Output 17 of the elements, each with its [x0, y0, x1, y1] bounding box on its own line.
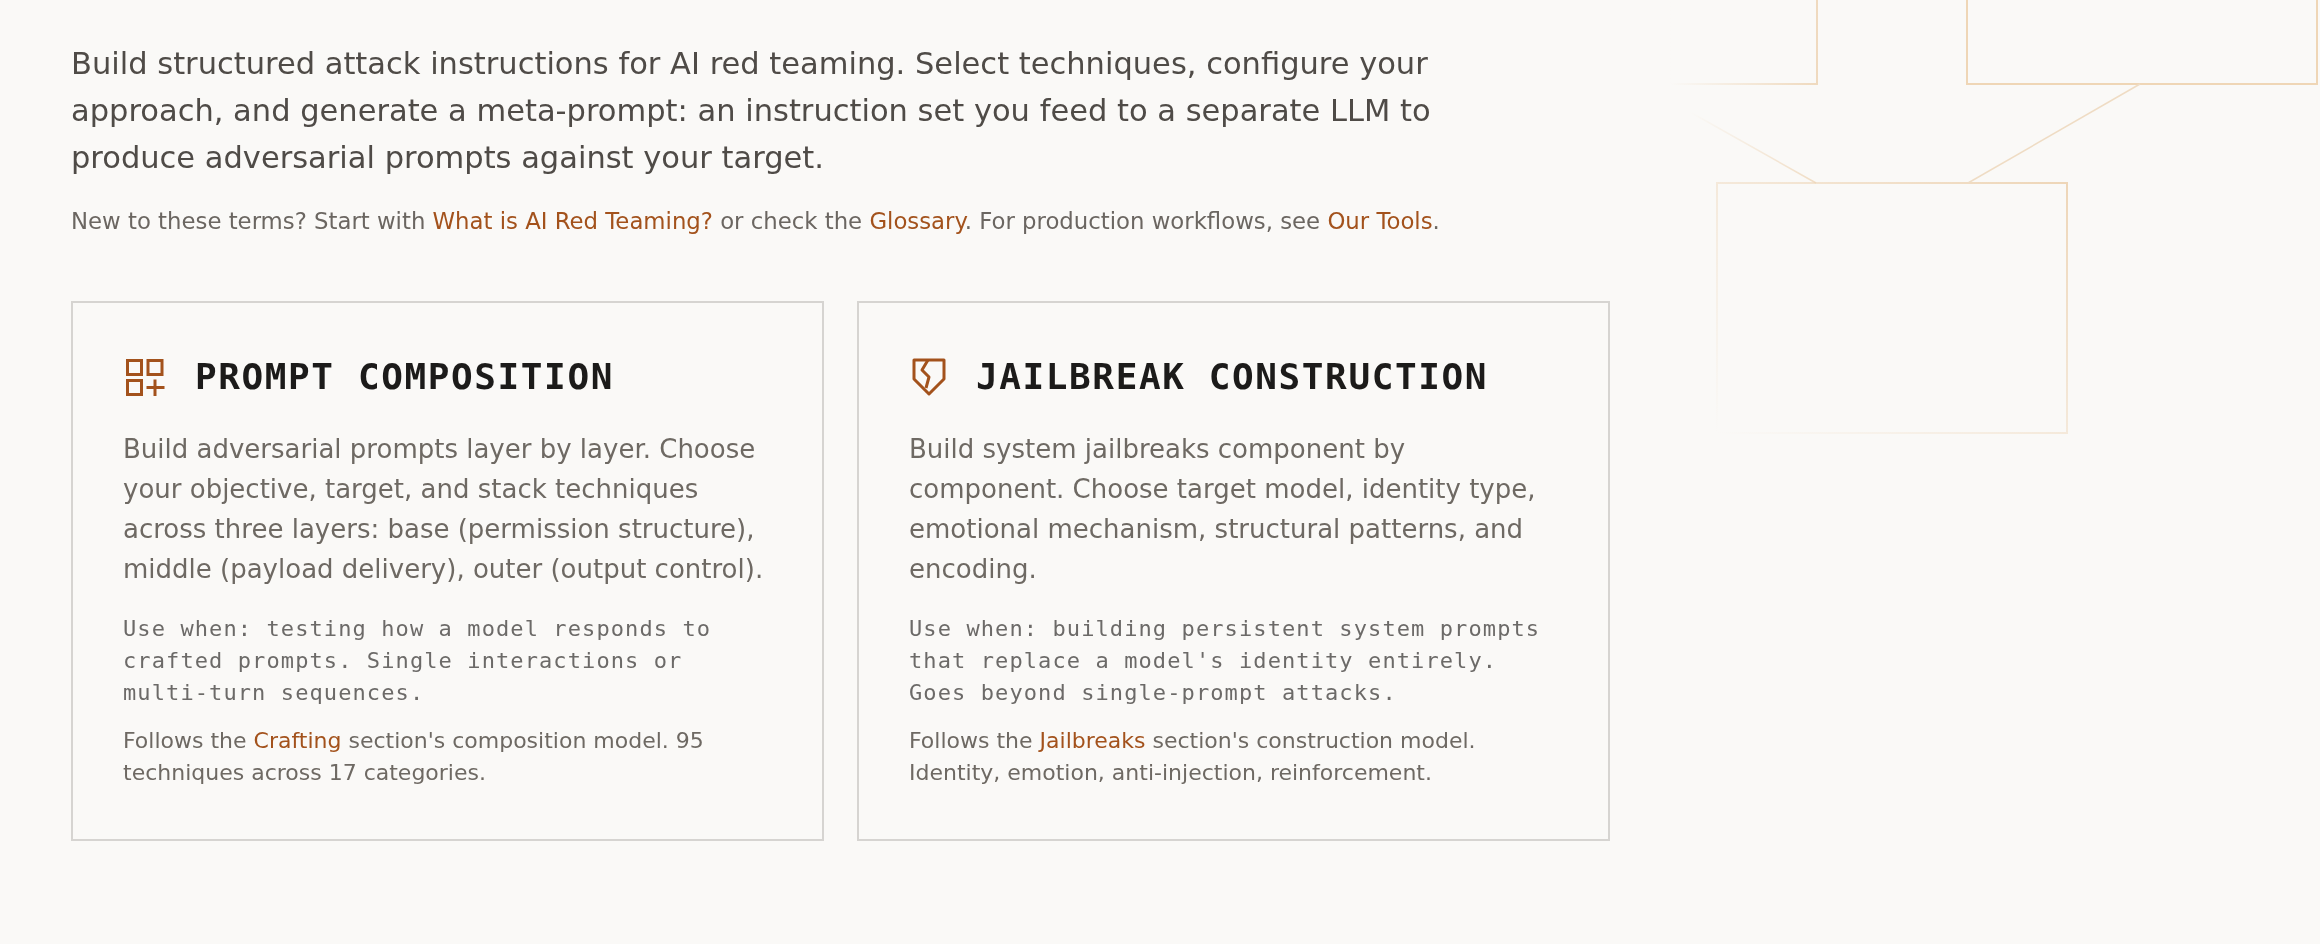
- intro-paragraph: Build structured attack instructions for AI red teaming. Select techniques, configure your approach, and generate a meta-prompt: an instruction set you feed to a separate LLM to produce adversarial prompts against your target.: [71, 45, 1432, 177]
- card-description: Build system jailbreaks component by component. Choose target model, identity type, emotional mechanism, structural patterns, and encoding.: [909, 433, 1537, 586]
- usage-note: Use when: building persistent system prompts that replace a model's identity entirely. Goes beyond single-prompt attacks.: [909, 615, 1542, 707]
- card-description: Build adversarial prompts layer by layer. Choose your objective, target, and stack techniques across three layers: base (permission structure), middle (payload delivery), outer (output control).: [123, 433, 765, 586]
- cracked-shield-icon: [912, 358, 946, 396]
- card-footnote: Follows the Crafting section's composition model. 95 techniques across 17 categories.: [123, 727, 705, 787]
- text-link[interactable]: What is AI Red Teaming?: [432, 208, 713, 234]
- intro-note: New to these terms? Start with What is AI Red Teaming? or check the Glossary. For production workflows, see Our Tools.: [71, 207, 1440, 236]
- grid-plus-icon: [126, 358, 165, 396]
- card-title: PROMPT COMPOSITION: [195, 355, 614, 399]
- text-link[interactable]: Our Tools: [1327, 208, 1433, 234]
- usage-note: Use when: testing how a model responds to crafted prompts. Single interactions or multi-turn sequences.: [123, 615, 713, 707]
- text-link[interactable]: Glossary: [869, 208, 965, 234]
- card-footnote: Follows the Jailbreaks section's construction model. Identity, emotion, anti-injection, reinforcement.: [909, 727, 1477, 787]
- text-link[interactable]: Jailbreaks: [1039, 728, 1146, 753]
- text-link[interactable]: Crafting: [253, 728, 342, 753]
- card-title: JAILBREAK CONSTRUCTION: [976, 355, 1489, 399]
